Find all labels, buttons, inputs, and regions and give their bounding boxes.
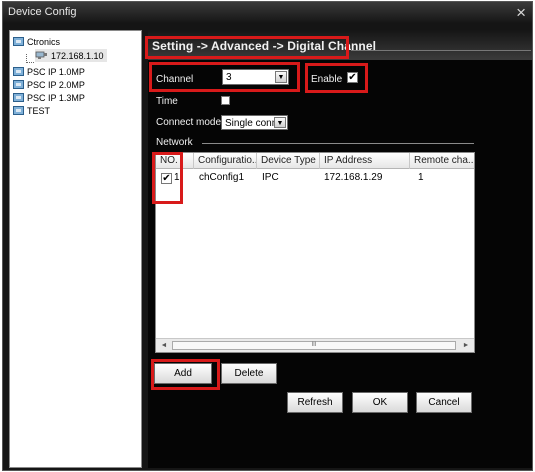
tree-item-label: TEST (27, 105, 51, 116)
horizontal-scrollbar[interactable]: ◄ III ► (156, 338, 474, 352)
tree-item-test[interactable]: TEST (13, 104, 50, 117)
chevron-down-icon[interactable]: ▼ (274, 117, 286, 128)
window-title: Device Config (8, 6, 77, 18)
network-label: Network (156, 137, 193, 148)
folder-icon (13, 106, 24, 115)
channel-label: Channel (156, 74, 194, 85)
delete-button[interactable]: Delete (221, 363, 277, 384)
chevron-down-icon[interactable]: ▼ (275, 71, 287, 83)
column-header[interactable]: NO. (156, 153, 194, 169)
tree-item-label: PSC IP 1.0MP (27, 66, 85, 77)
tree-item-psc-ip-1-3mp[interactable]: PSC IP 1.3MP (13, 91, 85, 104)
scroll-left-icon[interactable]: ◄ (158, 340, 170, 351)
folder-icon (13, 67, 24, 76)
tree-item-device[interactable]: 172.168.1.10 (35, 49, 107, 62)
folder-icon (13, 37, 24, 46)
tree-connector (26, 62, 34, 63)
tree-item-ctronics[interactable]: Ctronics (13, 35, 60, 48)
tree-item-label: Ctronics (27, 36, 61, 47)
row-ip-address: 172.168.1.29 (324, 172, 383, 183)
column-header[interactable]: Remote cha... (410, 153, 474, 169)
row-config: chConfig1 (199, 172, 245, 183)
folder-icon (13, 80, 24, 89)
breadcrumb-text: Setting -> Advanced -> Digital Channel (152, 39, 377, 53)
device-icon (35, 51, 48, 60)
scrollbar-thumb[interactable]: III (172, 341, 456, 350)
enable-checkbox[interactable]: ✔ (347, 72, 358, 83)
row-no: 1 (174, 172, 180, 183)
row-remote-channel: 1 (418, 172, 424, 183)
row-device-type: IPC (262, 172, 279, 183)
ok-button[interactable]: OK (352, 392, 408, 413)
connect-mode-label: Connect mode (156, 117, 222, 128)
title-bar[interactable]: Device Config × (3, 2, 532, 24)
tree-item-label: 172.168.1.10 (51, 50, 104, 61)
scroll-right-icon[interactable]: ► (460, 340, 472, 351)
tree-item-label: PSC IP 1.3MP (27, 92, 85, 103)
column-header[interactable]: IP Address (320, 153, 410, 169)
add-button[interactable]: Add (154, 363, 212, 384)
refresh-button[interactable]: Refresh (287, 392, 343, 413)
tree-item-psc-ip-2mp[interactable]: PSC IP 2.0MP (13, 78, 85, 91)
channel-list: NO. Configuratio... Device Type IP Addre… (155, 152, 475, 353)
table-row[interactable]: ✔ 1 chConfig1 IPC 172.168.1.29 1 (156, 171, 474, 187)
channel-value: 3 (226, 72, 232, 83)
network-divider (202, 143, 474, 144)
channel-select[interactable]: 3 ▼ (222, 69, 289, 85)
cancel-button[interactable]: Cancel (416, 392, 472, 413)
table-header: NO. Configuratio... Device Type IP Addre… (156, 153, 474, 169)
close-icon[interactable]: × (516, 3, 526, 23)
breadcrumb-divider (351, 50, 531, 51)
folder-icon (13, 93, 24, 102)
connect-mode-select[interactable]: Single connec ▼ (221, 115, 288, 130)
row-checkbox[interactable]: ✔ (161, 173, 172, 184)
time-checkbox[interactable] (221, 96, 230, 105)
column-header[interactable]: Device Type (257, 153, 320, 169)
breadcrumb: Setting -> Advanced -> Digital Channel (148, 30, 532, 60)
enable-label: Enable (311, 74, 343, 85)
device-tree: Ctronics 172.168.1.10 PSC IP 1.0MP PSC I… (9, 30, 142, 468)
column-header[interactable]: Configuratio... (194, 153, 257, 169)
tree-item-label: PSC IP 2.0MP (27, 79, 85, 90)
connect-mode-value: Single connec (225, 118, 275, 129)
tree-item-psc-ip-1mp[interactable]: PSC IP 1.0MP (13, 65, 85, 78)
time-label: Time (156, 96, 178, 107)
